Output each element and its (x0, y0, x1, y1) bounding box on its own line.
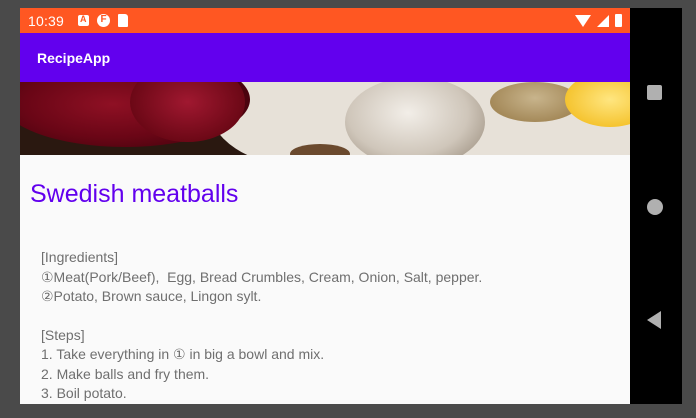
system-icons (575, 14, 622, 27)
overview-button[interactable] (647, 85, 662, 100)
hero-meatball (345, 82, 485, 155)
ingredient-line: ①Meat(Pork/Beef), Egg, Bread Crumbles, C… (41, 268, 483, 285)
home-button[interactable] (647, 199, 663, 215)
sd-card-icon (118, 14, 129, 27)
app-bar: RecipeApp (20, 33, 630, 82)
recipe-description: [Ingredients] ①Meat(Pork/Beef), Egg, Bre… (41, 248, 621, 404)
step-line: 2. Make balls and fry them. (41, 365, 210, 382)
app-title: RecipeApp (37, 49, 111, 66)
f-badge-icon (97, 14, 111, 27)
bezel-right (682, 0, 696, 418)
recipe-title: Swedish meatballs (30, 180, 239, 208)
phone-screen: 10:39 RecipeApp Swedish (20, 8, 630, 404)
wifi-icon (575, 14, 591, 27)
a-badge-icon (78, 14, 90, 26)
step-line: 3. Boil potato. (41, 385, 127, 401)
battery-icon (615, 14, 622, 27)
emulator-frame: 10:39 RecipeApp Swedish (0, 0, 696, 418)
signal-icon (597, 14, 609, 27)
status-bar: 10:39 (20, 8, 630, 33)
bezel-bottom (0, 404, 696, 418)
step-line: 1. Take everything in ① in big a bowl an… (41, 346, 325, 362)
ingredient-line: ②Potato, Brown sauce, Lingon sylt. (41, 288, 262, 304)
steps-header: [Steps] (41, 326, 85, 343)
back-button[interactable] (647, 311, 661, 329)
notification-icons (78, 14, 129, 27)
bezel-left (0, 0, 20, 418)
recipe-hero-image (20, 82, 630, 155)
status-time: 10:39 (28, 12, 65, 29)
bezel-top (0, 0, 696, 8)
ingredients-header: [Ingredients] (41, 249, 119, 265)
device-navigation-bar (630, 8, 682, 404)
